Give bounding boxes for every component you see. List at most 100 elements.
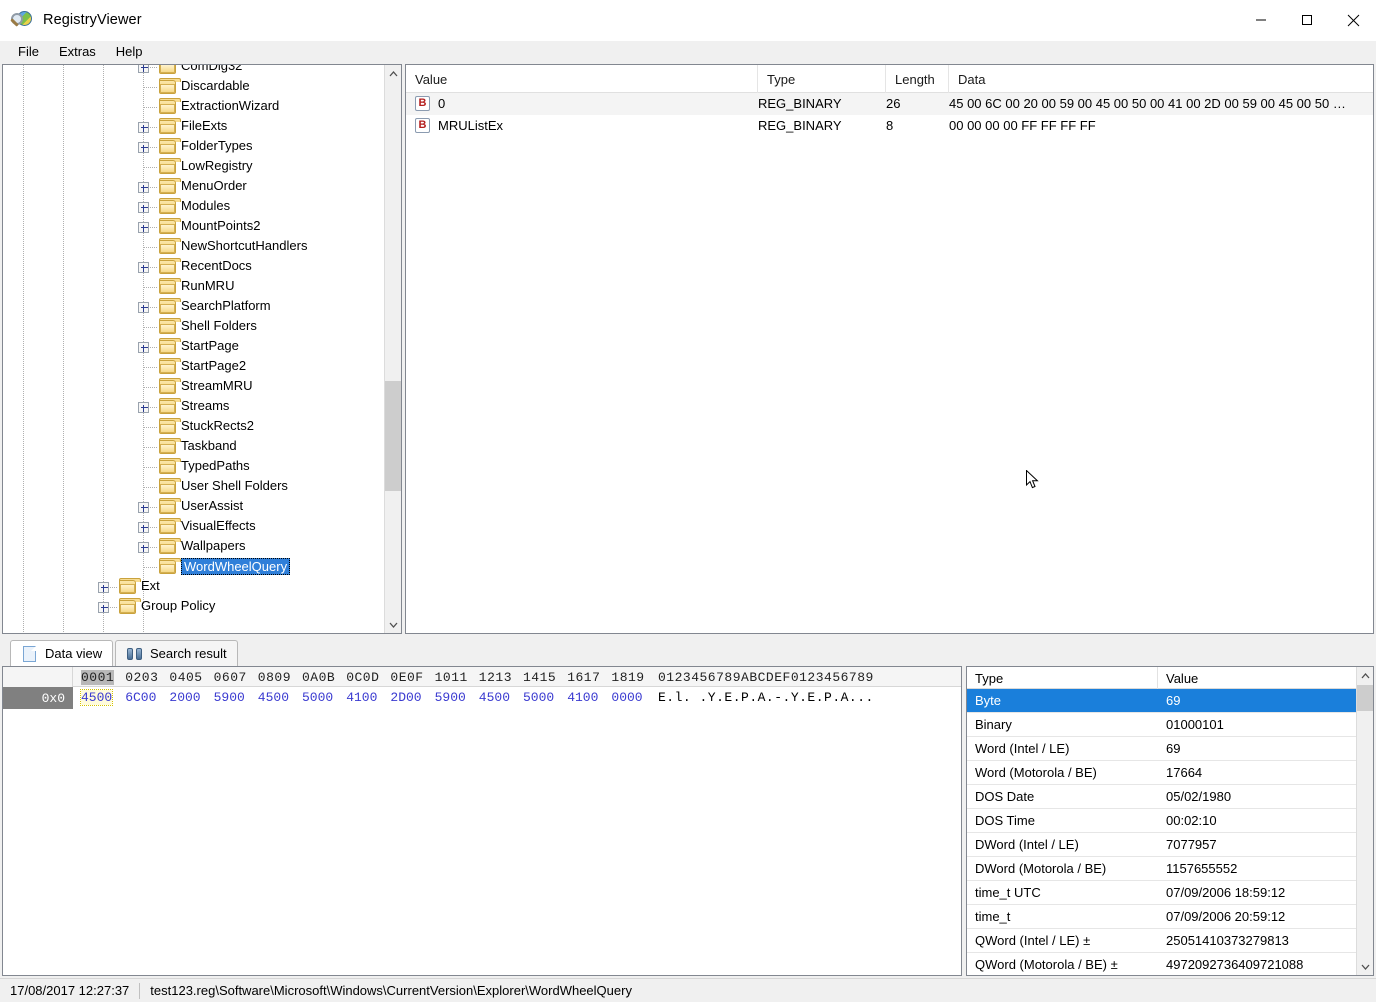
types-scroll-up-icon[interactable] bbox=[1357, 667, 1373, 684]
column-header-type[interactable]: Type bbox=[758, 65, 886, 93]
tree-guide-line bbox=[23, 65, 24, 633]
folder-icon bbox=[159, 78, 181, 94]
tree-connector-horizontal bbox=[144, 467, 158, 468]
registry-viewer-icon bbox=[10, 9, 33, 31]
folder-icon bbox=[159, 118, 181, 134]
types-cell-value: 7077957 bbox=[1166, 837, 1217, 852]
cell-data: 00 00 00 00 FF FF FF FF bbox=[949, 118, 1096, 133]
tab-search-result[interactable]: Search result bbox=[115, 640, 238, 666]
hex-byte-group[interactable]: 2000 bbox=[169, 690, 200, 705]
tree-expand-icon[interactable] bbox=[138, 342, 149, 353]
types-table-row[interactable]: time_t 07/09/2006 20:59:12 bbox=[967, 905, 1358, 929]
types-table-row[interactable]: Word (Intel / LE) 69 bbox=[967, 737, 1358, 761]
maximize-icon[interactable] bbox=[1284, 0, 1330, 41]
values-list-panel[interactable]: Value Type Length Data B 0 REG_BINARY 26 45 … bbox=[405, 64, 1374, 634]
hex-byte-group[interactable]: 6C00 bbox=[125, 690, 156, 705]
hex-byte-group[interactable]: 4500 bbox=[79, 689, 114, 706]
hex-byte-group[interactable]: 4100 bbox=[346, 690, 377, 705]
column-header-data[interactable]: Data bbox=[949, 65, 1373, 93]
status-bar: 17/08/2017 12:27:37 test123.reg\Software… bbox=[0, 978, 1376, 1002]
data-interpreter-panel[interactable]: Type Value Byte 69 Binary 01000101 Word (Int… bbox=[966, 666, 1374, 976]
tree-item-label: ComDlg32 bbox=[181, 64, 243, 73]
status-path: test123.reg\Software\Microsoft\Windows\C… bbox=[150, 983, 632, 998]
tree-expand-icon[interactable] bbox=[138, 302, 149, 313]
hex-byte-group[interactable]: 5900 bbox=[435, 690, 466, 705]
hex-byte-group[interactable]: 4500 bbox=[479, 690, 510, 705]
tree-item-label: MountPoints2 bbox=[181, 218, 261, 233]
types-table-row[interactable]: DOS Time 00:02:10 bbox=[967, 809, 1358, 833]
types-table-row[interactable]: Byte 69 bbox=[967, 689, 1358, 713]
types-table-row[interactable]: DOS Date 05/02/1980 bbox=[967, 785, 1358, 809]
tree-vertical-scrollbar[interactable] bbox=[384, 65, 401, 633]
document-icon bbox=[21, 645, 39, 662]
registry-tree-panel[interactable]: ComDlg32 Discardable ExtractionWizard FileE… bbox=[2, 64, 402, 634]
types-table-row[interactable]: QWord (Intel / LE) ± 25051410373279813 bbox=[967, 929, 1358, 953]
types-table-row[interactable]: DWord (Motorola / BE) 1157655552 bbox=[967, 857, 1358, 881]
types-table-row[interactable]: time_t UTC 07/09/2006 18:59:12 bbox=[967, 881, 1358, 905]
hex-byte-group[interactable]: 5900 bbox=[214, 690, 245, 705]
types-table-row[interactable]: QWord (Motorola / BE) ± 49720927364097210… bbox=[967, 953, 1358, 975]
minimize-icon[interactable] bbox=[1238, 0, 1284, 41]
column-header-value[interactable]: Value bbox=[406, 65, 758, 93]
types-cell-type: DOS Time bbox=[975, 813, 1035, 828]
column-header-length[interactable]: Length bbox=[886, 65, 949, 93]
menu-file[interactable]: File bbox=[8, 42, 49, 61]
tab-search-result-label: Search result bbox=[150, 646, 227, 661]
hex-byte-group[interactable]: 4100 bbox=[567, 690, 598, 705]
registry-tree[interactable]: ComDlg32 Discardable ExtractionWizard FileE… bbox=[3, 65, 401, 633]
types-table-row[interactable]: Binary 01000101 bbox=[967, 713, 1358, 737]
tree-expand-icon[interactable] bbox=[98, 582, 109, 593]
table-row[interactable]: B MRUListEx REG_BINARY 8 00 00 00 00 FF FF F… bbox=[406, 115, 1373, 137]
folder-icon bbox=[159, 178, 181, 194]
hex-column-label: 0001 bbox=[81, 670, 115, 685]
cell-type: REG_BINARY bbox=[758, 96, 842, 111]
binary-value-icon: B bbox=[415, 96, 430, 111]
hex-data-view[interactable]: 0001 0203 0405 0607 0809 0A0B 0C0D 0E0F 1011 1213… bbox=[2, 666, 962, 976]
hex-byte-group[interactable]: 4500 bbox=[258, 690, 289, 705]
types-cell-type: QWord (Motorola / BE) ± bbox=[975, 957, 1118, 972]
folder-icon bbox=[159, 478, 181, 494]
tree-expand-icon[interactable] bbox=[138, 522, 149, 533]
types-scroll-thumb[interactable] bbox=[1357, 685, 1373, 711]
tree-expand-icon[interactable] bbox=[138, 262, 149, 273]
tree-connector bbox=[143, 557, 144, 567]
tree-item-label: Streams bbox=[181, 398, 230, 413]
types-table-row[interactable]: DWord (Intel / LE) 7077957 bbox=[967, 833, 1358, 857]
types-scroll-down-icon[interactable] bbox=[1357, 958, 1373, 975]
folder-icon bbox=[159, 458, 181, 474]
tree-expand-icon[interactable] bbox=[138, 402, 149, 413]
hex-column-label: 0C0D bbox=[346, 670, 380, 685]
table-row[interactable]: B 0 REG_BINARY 26 45 00 6C 00 20 00 59 00 45… bbox=[406, 93, 1373, 115]
tree-expand-icon[interactable] bbox=[138, 142, 149, 153]
hex-byte-group[interactable]: 5000 bbox=[523, 690, 554, 705]
tree-expand-icon[interactable] bbox=[138, 542, 149, 553]
hex-byte-group[interactable]: 5000 bbox=[302, 690, 333, 705]
types-column-header-value[interactable]: Value bbox=[1158, 667, 1358, 689]
types-column-header-type[interactable]: Type bbox=[967, 667, 1158, 689]
types-table-row[interactable]: Word (Motorola / BE) 17664 bbox=[967, 761, 1358, 785]
tree-scroll-thumb[interactable] bbox=[385, 381, 401, 491]
hex-column-label: 0E0F bbox=[390, 670, 424, 685]
close-icon[interactable] bbox=[1330, 0, 1376, 41]
folder-icon bbox=[159, 358, 181, 374]
tree-expand-icon[interactable] bbox=[138, 502, 149, 513]
tree-expand-icon[interactable] bbox=[138, 202, 149, 213]
tree-expand-icon[interactable] bbox=[98, 602, 109, 613]
menu-help[interactable]: Help bbox=[106, 42, 153, 61]
types-vertical-scrollbar[interactable] bbox=[1356, 667, 1373, 975]
folder-icon bbox=[159, 158, 181, 174]
hex-byte-group[interactable]: 2D00 bbox=[390, 690, 421, 705]
tree-expand-icon[interactable] bbox=[138, 222, 149, 233]
tab-data-view-label: Data view bbox=[45, 646, 103, 661]
tree-expand-icon[interactable] bbox=[138, 65, 149, 73]
hex-byte-group[interactable]: 0000 bbox=[611, 690, 642, 705]
tree-scroll-up-icon[interactable] bbox=[385, 65, 401, 82]
tree-item-label: RecentDocs bbox=[181, 258, 252, 273]
tree-scroll-down-icon[interactable] bbox=[385, 616, 401, 633]
tree-expand-icon[interactable] bbox=[138, 122, 149, 133]
tree-item-label: StartPage bbox=[181, 338, 239, 353]
tab-data-view[interactable]: Data view bbox=[10, 640, 114, 666]
menu-extras[interactable]: Extras bbox=[49, 42, 106, 61]
cell-type: REG_BINARY bbox=[758, 118, 842, 133]
tree-expand-icon[interactable] bbox=[138, 182, 149, 193]
